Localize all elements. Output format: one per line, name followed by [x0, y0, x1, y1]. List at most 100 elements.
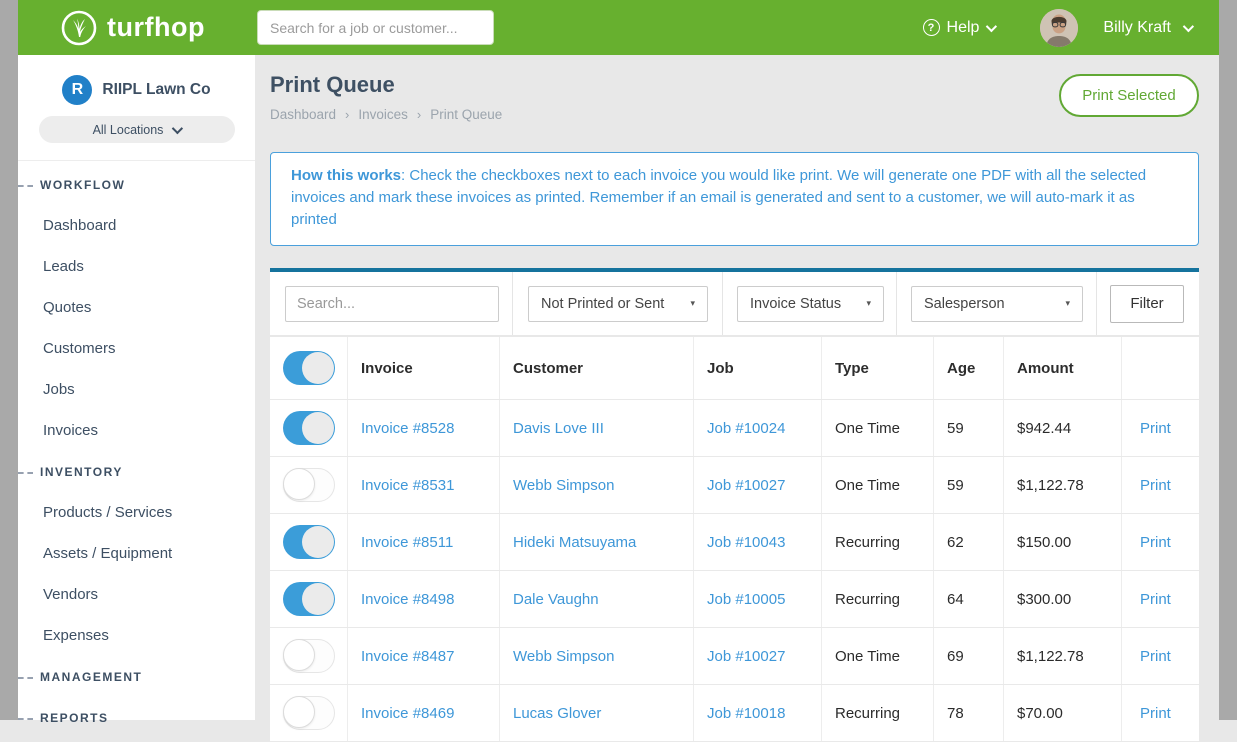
select-all-toggle[interactable]	[283, 351, 335, 385]
sidebar-item-expenses[interactable]: Expenses	[18, 615, 255, 656]
job-link[interactable]: Job #10043	[707, 534, 785, 551]
nav-section-management: MANAGEMENT	[18, 656, 255, 697]
type-cell: One Time	[822, 400, 934, 456]
invoice-link[interactable]: Invoice #8498	[361, 591, 454, 608]
column-header-age: Age	[934, 337, 1004, 399]
job-link[interactable]: Job #10005	[707, 591, 785, 608]
nav-section-inventory: INVENTORY	[18, 451, 255, 492]
global-search-input[interactable]	[257, 10, 494, 45]
turfhop-grass-icon	[60, 9, 98, 47]
print-link[interactable]: Print	[1140, 420, 1171, 437]
sidebar-nav: WORKFLOW Dashboard Leads Quotes Customer…	[18, 161, 255, 738]
customer-link[interactable]: Hideki Matsuyama	[513, 534, 636, 551]
amount-cell: $1,122.78	[1004, 628, 1122, 684]
table-search-input[interactable]	[285, 286, 499, 322]
customer-link[interactable]: Webb Simpson	[513, 648, 614, 665]
breadcrumb-invoices[interactable]: Invoices	[358, 107, 408, 122]
type-cell: One Time	[822, 457, 934, 513]
invoice-link[interactable]: Invoice #8531	[361, 477, 454, 494]
row-select-toggle[interactable]	[283, 639, 335, 673]
salesperson-select[interactable]: Salesperson ▾	[911, 286, 1083, 322]
type-cell: Recurring	[822, 685, 934, 741]
sidebar-item-vendors[interactable]: Vendors	[18, 574, 255, 615]
sidebar-item-invoices[interactable]: Invoices	[18, 410, 255, 451]
invoice-link[interactable]: Invoice #8511	[361, 534, 453, 551]
printed-status-value: Not Printed or Sent	[541, 296, 664, 312]
age-cell: 59	[934, 400, 1004, 456]
row-select-toggle[interactable]	[283, 468, 335, 502]
invoice-status-select[interactable]: Invoice Status ▾	[737, 286, 884, 322]
job-link[interactable]: Job #10024	[707, 420, 785, 437]
location-selector[interactable]: All Locations	[39, 116, 235, 143]
print-selected-button[interactable]: Print Selected	[1059, 74, 1199, 117]
top-navbar: turfhop ? Help Billy Kraft	[18, 0, 1219, 55]
column-header-actions	[1122, 337, 1198, 399]
row-select-toggle[interactable]	[283, 696, 335, 730]
filter-button[interactable]: Filter	[1110, 285, 1184, 323]
info-banner: How this works: Check the checkboxes nex…	[270, 152, 1199, 246]
customer-link[interactable]: Dale Vaughn	[513, 591, 599, 608]
sidebar-item-leads[interactable]: Leads	[18, 246, 255, 287]
printed-status-select[interactable]: Not Printed or Sent ▾	[528, 286, 708, 322]
info-banner-title: How this works	[291, 167, 401, 184]
sidebar-item-customers[interactable]: Customers	[18, 328, 255, 369]
main-content: Print Queue Dashboard › Invoices › Print…	[255, 55, 1219, 720]
dash-decoration	[18, 718, 33, 720]
job-link[interactable]: Job #10018	[707, 705, 785, 722]
customer-link[interactable]: Davis Love III	[513, 420, 604, 437]
location-selector-label: All Locations	[93, 123, 164, 137]
help-label: Help	[947, 19, 980, 37]
dash-decoration	[18, 185, 33, 187]
amount-cell: $70.00	[1004, 685, 1122, 741]
amount-cell: $300.00	[1004, 571, 1122, 627]
brand-name: turfhop	[107, 12, 205, 43]
invoice-link[interactable]: Invoice #8528	[361, 420, 454, 437]
invoice-link[interactable]: Invoice #8469	[361, 705, 454, 722]
print-link[interactable]: Print	[1140, 705, 1171, 722]
chevron-down-icon	[172, 122, 183, 133]
table-row: Invoice #8531 Webb Simpson Job #10027 On…	[270, 457, 1199, 514]
job-link[interactable]: Job #10027	[707, 648, 785, 665]
print-link[interactable]: Print	[1140, 477, 1171, 494]
screen-edge-left	[0, 0, 18, 720]
job-link[interactable]: Job #10027	[707, 477, 785, 494]
breadcrumb-dashboard[interactable]: Dashboard	[270, 107, 336, 122]
print-link[interactable]: Print	[1140, 591, 1171, 608]
table-row: Invoice #8511 Hideki Matsuyama Job #1004…	[270, 514, 1199, 571]
sidebar-item-jobs[interactable]: Jobs	[18, 369, 255, 410]
sidebar-item-products-services[interactable]: Products / Services	[18, 492, 255, 533]
help-icon: ?	[923, 19, 940, 36]
company-logo: R	[62, 75, 92, 105]
filter-panel: Not Printed or Sent ▾ Invoice Status ▾ S…	[270, 268, 1199, 335]
amount-cell: $942.44	[1004, 400, 1122, 456]
invoice-table: Invoice Customer Job Type Age Amount Inv…	[270, 337, 1199, 742]
row-select-toggle[interactable]	[283, 525, 335, 559]
dash-decoration	[18, 677, 33, 679]
age-cell: 62	[934, 514, 1004, 570]
sidebar-item-quotes[interactable]: Quotes	[18, 287, 255, 328]
customer-link[interactable]: Webb Simpson	[513, 477, 614, 494]
type-cell: Recurring	[822, 571, 934, 627]
print-link[interactable]: Print	[1140, 648, 1171, 665]
column-header-amount: Amount	[1004, 337, 1122, 399]
row-select-toggle[interactable]	[283, 582, 335, 616]
sidebar-item-assets-equipment[interactable]: Assets / Equipment	[18, 533, 255, 574]
row-select-toggle[interactable]	[283, 411, 335, 445]
customer-link[interactable]: Lucas Glover	[513, 705, 601, 722]
user-avatar	[1040, 9, 1078, 47]
brand-logo[interactable]: turfhop	[60, 0, 205, 55]
age-cell: 59	[934, 457, 1004, 513]
chevron-down-icon	[986, 20, 997, 31]
sidebar: R RIIPL Lawn Co All Locations WORKFLOW D…	[18, 55, 255, 720]
help-menu[interactable]: ? Help	[923, 19, 995, 37]
invoice-status-value: Invoice Status	[750, 296, 841, 312]
breadcrumb-print-queue: Print Queue	[430, 107, 502, 122]
invoice-link[interactable]: Invoice #8487	[361, 648, 454, 665]
print-link[interactable]: Print	[1140, 534, 1171, 551]
column-header-type: Type	[822, 337, 934, 399]
sidebar-item-dashboard[interactable]: Dashboard	[18, 205, 255, 246]
table-row: Invoice #8498 Dale Vaughn Job #10005 Rec…	[270, 571, 1199, 628]
dash-decoration	[18, 472, 33, 474]
info-banner-body: : Check the checkboxes next to each invo…	[291, 167, 1146, 228]
user-menu[interactable]: Billy Kraft	[1040, 9, 1191, 47]
